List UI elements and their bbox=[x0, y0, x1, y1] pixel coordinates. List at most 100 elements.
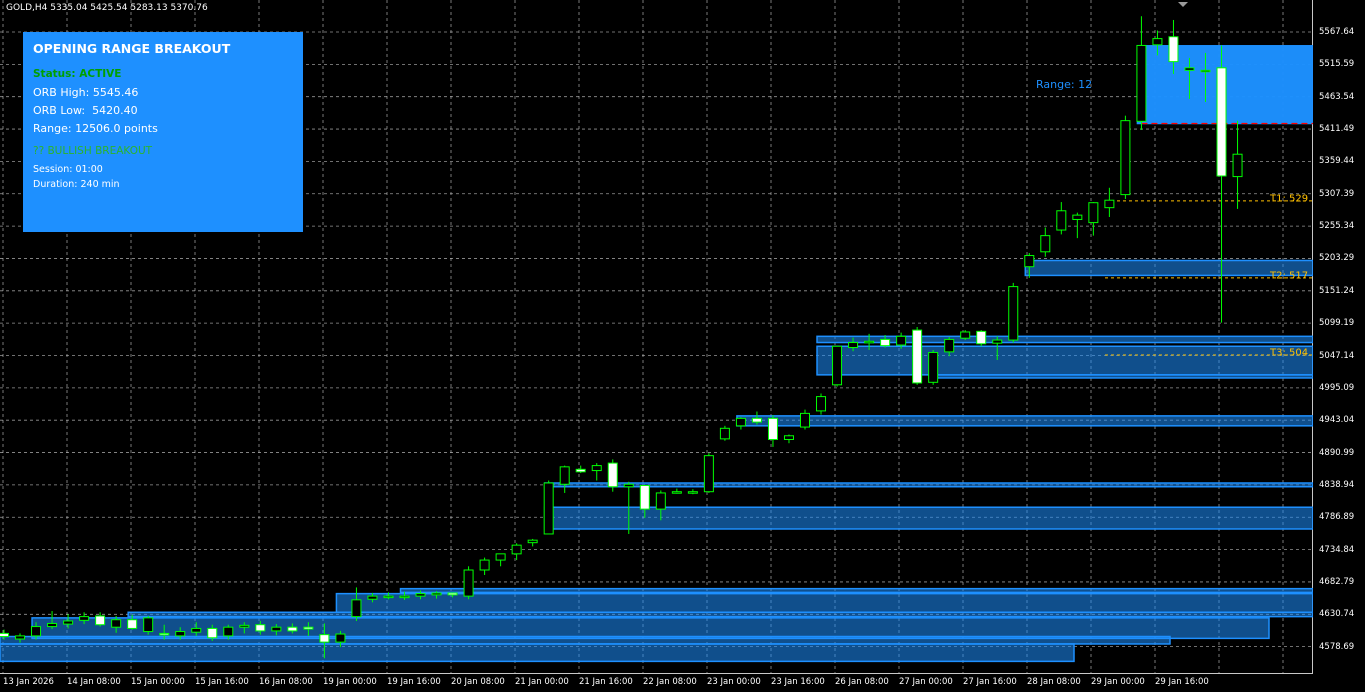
time-tick-label: 27 Jan 00:00 bbox=[899, 677, 953, 687]
candle-body-bearish bbox=[880, 338, 891, 347]
candle-body-bullish bbox=[479, 559, 490, 571]
time-tick-label: 19 Jan 16:00 bbox=[387, 677, 441, 687]
price-tick-label: 4734.84 bbox=[1319, 544, 1355, 555]
candle-body-bearish bbox=[1168, 36, 1179, 63]
candle-body-bullish bbox=[992, 339, 1003, 344]
status-text: Status: ACTIVE bbox=[33, 68, 122, 80]
candle-body-bullish bbox=[591, 465, 602, 472]
candle-body-bearish bbox=[287, 626, 298, 632]
candle-body-bullish bbox=[399, 595, 410, 599]
time-tick-label: 21 Jan 00:00 bbox=[515, 677, 569, 687]
candle-body-bullish bbox=[559, 466, 570, 485]
price-tick-label: 4838.94 bbox=[1319, 479, 1355, 490]
candle-body-bullish bbox=[655, 492, 666, 510]
time-tick-label: 22 Jan 08:00 bbox=[643, 677, 697, 687]
time-tick-label: 23 Jan 00:00 bbox=[707, 677, 761, 687]
price-tick-label: 5411.49 bbox=[1319, 124, 1355, 135]
candle-body-bullish bbox=[944, 338, 955, 353]
target-2-label: T2: 517 bbox=[1270, 270, 1309, 282]
candle-body-bearish bbox=[1216, 67, 1227, 177]
price-tick-label: 4578.69 bbox=[1319, 641, 1355, 652]
candle-body-bullish bbox=[703, 455, 714, 493]
candle-body-bullish bbox=[800, 412, 810, 428]
range-label: Range: 12 bbox=[1036, 78, 1093, 91]
candle-body-bullish bbox=[623, 483, 634, 488]
candle-body-bullish bbox=[719, 427, 730, 440]
time-tick-label: 29 Jan 00:00 bbox=[1091, 677, 1145, 687]
time-tick-label: 16 Jan 08:00 bbox=[259, 677, 313, 687]
zone-rect bbox=[31, 617, 1270, 640]
candle-body-bullish bbox=[1152, 38, 1163, 46]
time-tick-label: 23 Jan 16:00 bbox=[771, 677, 825, 687]
candle-body-bullish bbox=[783, 435, 794, 440]
price-tick-label: 5255.34 bbox=[1319, 221, 1355, 232]
candle-body-bearish bbox=[319, 634, 330, 643]
breakout-text: ?? BULLISH BREAKOUT bbox=[33, 145, 153, 157]
candle-body-bullish bbox=[415, 593, 426, 597]
candle-body-bullish bbox=[1024, 255, 1035, 268]
price-tick-label: 5203.29 bbox=[1319, 253, 1355, 264]
zone-rect bbox=[736, 415, 1313, 427]
candle-body-bearish bbox=[255, 624, 266, 632]
candle-body-bullish bbox=[79, 616, 90, 621]
range-text: Range: 12506.0 points bbox=[33, 122, 158, 135]
candle-body-bullish bbox=[191, 627, 202, 633]
duration-text: Duration: 240 min bbox=[33, 179, 120, 190]
candle-body-bullish bbox=[383, 595, 394, 599]
candle-body-bullish bbox=[239, 624, 250, 628]
scroll-marker-icon bbox=[1178, 2, 1188, 7]
zone-rect bbox=[543, 482, 1313, 488]
time-tick-label: 13 Jan 2026 bbox=[3, 677, 54, 687]
candle-body-bullish bbox=[463, 569, 474, 597]
candle-body-bullish bbox=[832, 345, 843, 386]
panel-title: OPENING RANGE BREAKOUT bbox=[33, 41, 231, 56]
candle-body-bullish bbox=[351, 599, 362, 618]
candle-body-bullish bbox=[1104, 199, 1115, 209]
candle-body-bullish bbox=[495, 553, 506, 561]
candle-body-bullish bbox=[1232, 153, 1243, 178]
candle-body-bullish bbox=[816, 396, 827, 412]
candle-body-bearish bbox=[639, 484, 650, 510]
price-tick-label: 4630.74 bbox=[1319, 609, 1355, 620]
candle-body-bullish bbox=[31, 626, 42, 637]
price-tick-label: 4943.04 bbox=[1319, 415, 1355, 426]
price-tick-label: 5359.44 bbox=[1319, 156, 1355, 167]
candle-body-bullish bbox=[143, 617, 154, 633]
time-tick-label: 20 Jan 08:00 bbox=[451, 677, 505, 687]
zone-rect bbox=[816, 345, 1313, 376]
candle-body-bullish bbox=[543, 482, 554, 535]
time-tick-label: 27 Jan 16:00 bbox=[963, 677, 1017, 687]
price-tick-label: 5463.54 bbox=[1319, 91, 1355, 102]
time-tick-label: 28 Jan 08:00 bbox=[1027, 677, 1081, 687]
candle-body-bullish bbox=[687, 491, 698, 494]
price-tick-label: 5567.64 bbox=[1319, 27, 1355, 37]
candle-body-bullish bbox=[431, 592, 442, 596]
price-tick-label: 4995.09 bbox=[1319, 382, 1355, 393]
price-tick-label: 5151.24 bbox=[1319, 285, 1355, 296]
candle-body-bearish bbox=[0, 632, 9, 638]
candle-body-bearish bbox=[207, 627, 218, 639]
candle-body-bullish bbox=[63, 620, 74, 625]
price-tick-label: 4890.99 bbox=[1319, 447, 1355, 458]
price-tick-label: 5307.39 bbox=[1319, 188, 1355, 199]
candle-body-bullish bbox=[1120, 120, 1131, 196]
candle-body-bullish bbox=[1136, 44, 1147, 122]
zone-rect bbox=[399, 587, 1313, 594]
target-1-label: T1: 529 bbox=[1270, 193, 1309, 205]
time-tick-label: 29 Jan 16:00 bbox=[1155, 677, 1209, 687]
candle-body-bearish bbox=[447, 592, 458, 596]
candle-body-bearish bbox=[976, 330, 987, 345]
candle-body-bearish bbox=[751, 417, 762, 423]
zone-rect bbox=[816, 335, 1313, 344]
candle-body-bullish bbox=[175, 631, 186, 637]
candle-body-bearish bbox=[95, 615, 106, 626]
candle-body-bullish bbox=[1072, 214, 1083, 220]
time-tick-label: 14 Jan 08:00 bbox=[67, 677, 121, 687]
zone-rect bbox=[928, 374, 1313, 379]
session-text: Session: 01:00 bbox=[33, 164, 103, 175]
time-tick-label: 26 Jan 08:00 bbox=[835, 677, 889, 687]
candle-body-bearish bbox=[607, 462, 618, 488]
time-tick-label: 21 Jan 16:00 bbox=[579, 677, 633, 687]
candle-body-bearish bbox=[575, 468, 586, 473]
price-tick-label: 4786.89 bbox=[1319, 512, 1355, 523]
